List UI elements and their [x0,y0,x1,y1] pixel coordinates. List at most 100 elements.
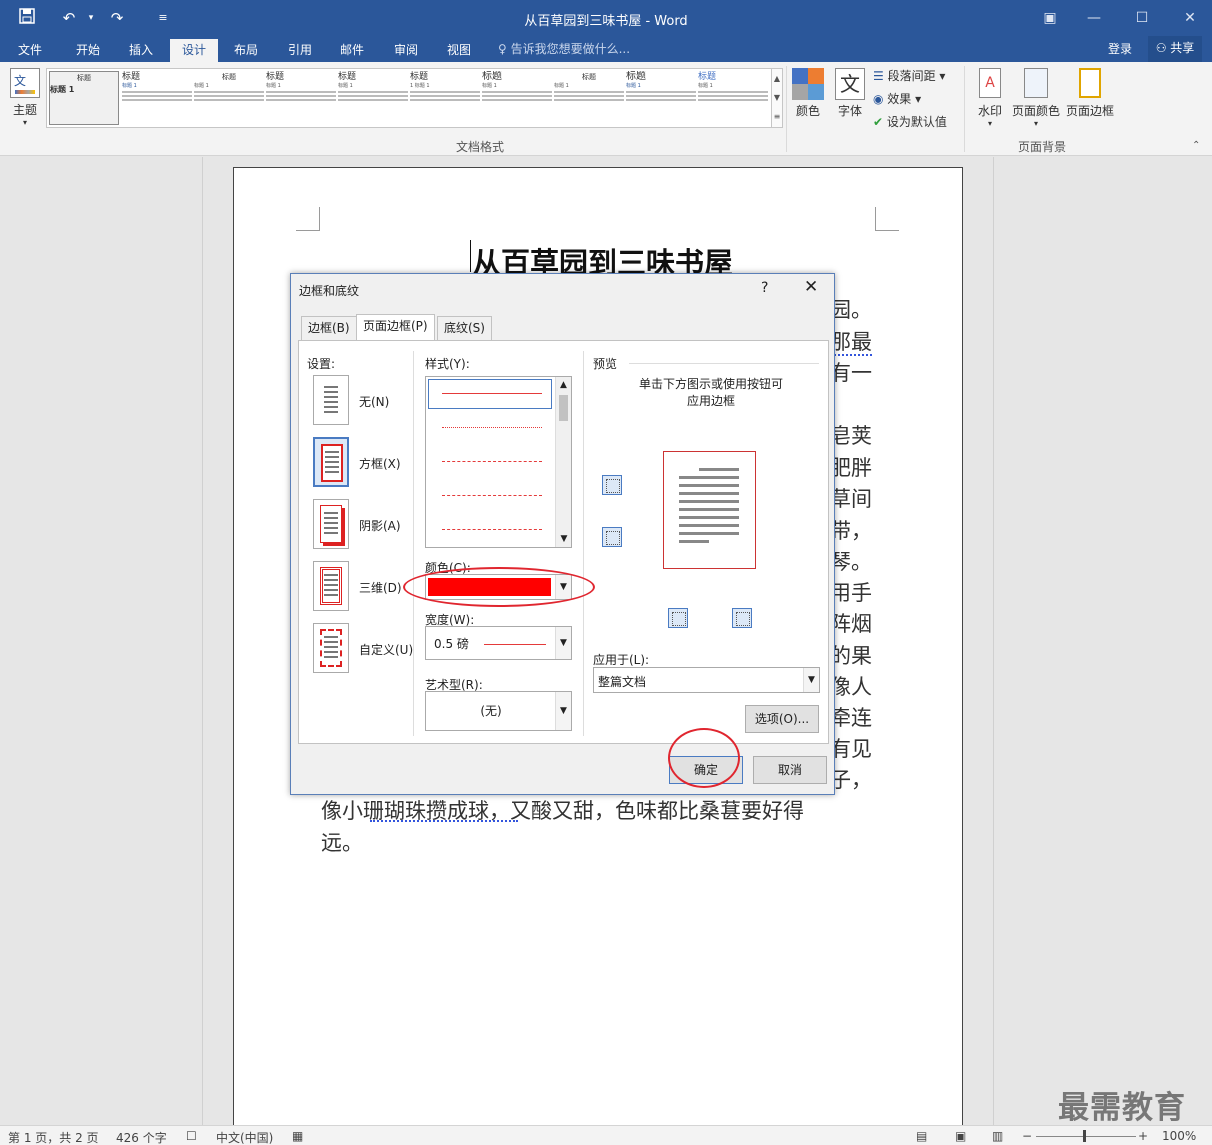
style-scrollbar[interactable]: ▲ ▼ [555,377,571,547]
colors-button[interactable]: 颜色 [790,68,826,119]
tab-view[interactable]: 视图 [437,39,481,62]
proofing-icon[interactable]: ☐ [186,1129,197,1143]
tab-file[interactable]: 文件 [8,39,52,62]
word-count[interactable]: 426 个字 [116,1129,167,1145]
tab-design[interactable]: 设计 [170,39,218,62]
setting-none-label[interactable]: 无(N) [359,393,389,410]
chevron-down-icon[interactable]: ▼ [803,668,819,692]
checkmark-icon: ✔ [873,115,887,129]
ribbon-display-icon[interactable]: ▣ [1030,6,1070,30]
language-indicator[interactable]: 中文(中国) [216,1129,273,1145]
scroll-down-icon[interactable]: ▼ [772,88,782,107]
maximize-icon[interactable]: ☐ [1122,6,1162,30]
effects-button[interactable]: ◉ 效果 ▾ [873,89,921,109]
line-style-dash-dot[interactable] [442,529,542,530]
paragraph-spacing-icon: ☰ [873,69,888,83]
zoom-slider[interactable] [1036,1136,1136,1137]
page-bg-group-label: 页面背景 [1018,140,1067,154]
tab-mailings[interactable]: 邮件 [330,39,374,62]
setting-box-option[interactable] [313,437,349,487]
scroll-up-icon[interactable]: ▲ [556,377,571,393]
help-icon[interactable]: ? [761,280,768,296]
gallery-more-icon[interactable]: ≡ [772,107,782,126]
selected-style-item[interactable] [428,379,552,409]
setting-3d-option[interactable] [313,561,349,611]
tell-me-box[interactable]: ♀ 告诉我您想要做什么... [498,40,630,57]
bottom-border-button[interactable] [602,527,622,547]
setting-box-label[interactable]: 方框(X) [359,455,401,472]
line-style-long-dash[interactable] [442,495,542,496]
zoom-out-icon[interactable]: − [1022,1129,1032,1143]
scroll-down-icon[interactable]: ▼ [556,531,571,547]
line-style-dashed[interactable] [442,461,542,462]
gallery-scroll[interactable]: ▲ ▼ ≡ [771,68,783,128]
close-window-icon[interactable]: ✕ [1170,6,1210,30]
scroll-up-icon[interactable]: ▲ [772,69,782,88]
line-style-list[interactable]: ▲ ▼ [425,376,572,548]
style-set-item[interactable]: 标题 标题 1 [698,71,768,125]
tab-review[interactable]: 审阅 [384,39,428,62]
paragraph-spacing-button[interactable]: ☰ 段落间距 ▾ [873,66,945,86]
page-count[interactable]: 第 1 页，共 2 页 [8,1129,99,1145]
share-button[interactable]: ⚇ 共享 [1148,36,1202,62]
tab-borders[interactable]: 边框(B) [301,316,357,340]
themes-button[interactable]: 文 主题 ▾ [8,68,42,127]
sign-in-link[interactable]: 登录 [1108,40,1132,57]
left-border-button[interactable] [668,608,688,628]
web-layout-icon[interactable]: ▥ [992,1129,1003,1143]
setting-3d-label[interactable]: 三维(D) [359,579,402,596]
tab-page-border[interactable]: 页面边框(P) [356,314,435,341]
tell-me-text: 告诉我您想要做什么... [510,42,631,56]
tab-layout[interactable]: 布局 [224,39,268,62]
options-button[interactable]: 选项(O)... [745,705,819,733]
style-set-item[interactable]: 标题 标题 1 [626,71,696,125]
cancel-button[interactable]: 取消 [753,756,827,784]
style-set-item[interactable]: 标题 1 标题 1 [410,71,480,125]
line-style-dotted[interactable] [442,427,542,428]
tab-insert[interactable]: 插入 [118,39,164,62]
page-border-button[interactable]: 页面边框 [1064,68,1116,119]
set-default-button[interactable]: ✔ 设为默认值 [873,112,947,132]
style-set-item[interactable]: 标题 标题 1 [194,71,264,125]
tab-shading[interactable]: 底纹(S) [437,316,492,340]
setting-custom-option[interactable] [313,623,349,673]
style-set-item[interactable]: 标题 标题 1 [122,71,192,125]
style-set-item[interactable]: 标题 标题 1 [49,71,119,125]
scroll-thumb[interactable] [559,395,568,421]
setting-shadow-option[interactable] [313,499,349,549]
chevron-down-icon[interactable]: ▼ [555,692,571,730]
zoom-in-icon[interactable]: + [1138,1129,1148,1143]
right-border-button[interactable] [732,608,752,628]
colors-label: 颜色 [795,104,820,118]
top-border-button[interactable] [602,475,622,495]
macro-icon[interactable]: ▦ [292,1129,303,1143]
body-text-fragment: 带， [830,519,872,543]
minimize-icon[interactable]: — [1074,6,1114,30]
setting-shadow-label[interactable]: 阴影(A) [359,517,401,534]
style-set-item[interactable]: 标题 标题 1 [338,71,408,125]
style-set-item[interactable]: 标题 标题 1 [554,71,624,125]
width-select[interactable]: 0.5 磅 ▼ [425,626,572,660]
apply-to-value: 整篇文档 [598,675,647,689]
collapse-ribbon-icon[interactable]: ⌃ [1192,140,1200,151]
watermark-button[interactable]: A 水印 ▾ [972,68,1008,128]
apply-to-select[interactable]: 整篇文档 ▼ [593,667,820,693]
chevron-down-icon[interactable]: ▼ [555,627,571,659]
width-value: 0.5 磅 [434,637,469,651]
read-mode-icon[interactable]: ▤ [916,1129,927,1143]
close-icon[interactable]: ✕ [804,277,818,297]
style-set-item[interactable]: 标题 标题 1 [482,71,552,125]
page-color-button[interactable]: 页面颜色 ▾ [1010,68,1062,128]
art-select[interactable]: (无) ▼ [425,691,572,731]
fonts-button[interactable]: 文 字体 [832,68,868,119]
setting-custom-label[interactable]: 自定义(U) [359,641,413,658]
border-preview[interactable] [663,451,756,569]
tab-references[interactable]: 引用 [278,39,322,62]
line-style-solid[interactable] [442,393,542,394]
zoom-slider-thumb[interactable] [1083,1130,1086,1142]
setting-none-option[interactable] [313,375,349,425]
print-layout-icon[interactable]: ▣ [955,1129,966,1143]
zoom-level[interactable]: 100% [1162,1129,1196,1143]
tab-home[interactable]: 开始 [64,39,112,62]
style-set-item[interactable]: 标题 标题 1 [266,71,336,125]
